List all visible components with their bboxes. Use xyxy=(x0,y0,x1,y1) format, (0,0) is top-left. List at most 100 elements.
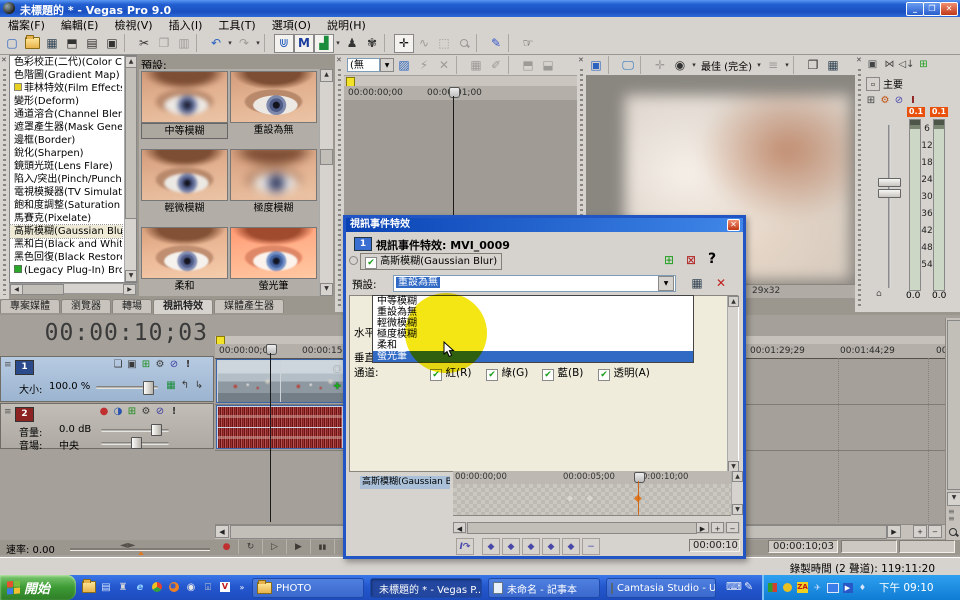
tab-project-media[interactable]: 專案媒體 xyxy=(0,299,60,313)
plugin-item[interactable]: 銳化(Sharpen) xyxy=(10,147,122,160)
ql-app-icon[interactable]: ♜ xyxy=(116,580,130,594)
downmix-icon[interactable]: ⋈ xyxy=(881,57,898,72)
next-keyframe-button[interactable]: ◆ xyxy=(542,538,560,555)
dialog-titlebar[interactable]: 視訊事件特效 xyxy=(346,218,743,232)
taskbar-camtasia[interactable]: Camtasia Studio - Unti... xyxy=(606,578,716,598)
cut-icon[interactable]: ✂ xyxy=(134,34,154,53)
param-scrollbar[interactable]: ▲ ▼ xyxy=(727,296,738,472)
event-pan-crop-icon[interactable]: ▢ xyxy=(333,364,341,373)
plugin-item[interactable]: 通道溶合(Channel Blend xyxy=(10,108,122,121)
preset-combobox[interactable]: 重設為無 xyxy=(393,275,676,292)
redo-dropdown-icon[interactable]: ▾ xyxy=(254,39,262,47)
new-project-icon[interactable]: ▢ xyxy=(2,34,22,53)
whats-this-help-icon[interactable]: ☞ xyxy=(518,34,538,53)
keyframe-track[interactable]: ◆ ◆ ◆ xyxy=(453,484,731,516)
channel-blue[interactable]: ✔ 藍(B) xyxy=(542,365,583,381)
master-fader-track[interactable] xyxy=(888,125,891,288)
kf-playhead[interactable] xyxy=(638,481,639,515)
scroll-up-icon[interactable]: ▲ xyxy=(320,69,333,82)
taskbar-notepad[interactable]: 未命名 - 記事本 xyxy=(488,578,600,598)
track2-header[interactable]: ≡ 2 ● ◑ ⊞ ⚙ ⊘ ! 音量: 0.0 dB 音場: 中央 xyxy=(0,403,214,449)
split-screen-icon[interactable]: ◉ xyxy=(670,56,690,75)
trimmer-add-media2-icon[interactable]: ⬓ xyxy=(538,56,558,75)
rate-slider[interactable] xyxy=(70,548,210,550)
ql-vegas-icon[interactable]: V xyxy=(218,580,232,594)
plugin-item[interactable]: 鏡頭光斑(Lens Flare) xyxy=(10,160,122,173)
snap-icon[interactable]: ⋓ xyxy=(274,34,294,53)
track2-pan-slider-handle[interactable] xyxy=(131,437,142,449)
plugin-item[interactable]: 飽和度調整(Saturation A xyxy=(10,199,122,212)
copy-icon[interactable]: ❐ xyxy=(154,34,174,53)
trimmer-edit-icon[interactable]: ✐ xyxy=(486,56,506,75)
open-icon[interactable] xyxy=(22,34,42,53)
prev-keyframe-button[interactable]: ◆ xyxy=(502,538,520,555)
event-detect-icon[interactable]: ✾ xyxy=(362,34,382,53)
scrollbar-thumb[interactable] xyxy=(467,522,697,534)
ql-folder-icon[interactable] xyxy=(82,580,96,594)
grid-dropdown-icon[interactable]: ▾ xyxy=(783,61,791,69)
tray-status-icon[interactable] xyxy=(781,581,794,594)
normal-edit-tool-icon[interactable]: ✛ xyxy=(394,34,414,53)
remove-plugin-icon[interactable]: ⊠ xyxy=(686,253,696,267)
kf-vscrollbar[interactable]: ▲ ▼ xyxy=(731,471,742,515)
ql-media-player-icon[interactable]: ◉ xyxy=(184,580,198,594)
track2-volume-slider-handle[interactable] xyxy=(151,424,162,436)
menu-help[interactable]: 說明(H) xyxy=(319,17,374,33)
scroll-down-icon[interactable]: ▼ xyxy=(947,492,960,506)
tray-update-icon[interactable]: ✈ xyxy=(811,581,824,594)
copy-snapshot-icon[interactable]: ❐ xyxy=(803,56,823,75)
scrollbar-thumb[interactable] xyxy=(125,67,137,219)
preset-combo-arrow-icon[interactable]: ▼ xyxy=(658,276,674,291)
master-fader-handle[interactable] xyxy=(878,178,901,198)
menu-options[interactable]: 選項(O) xyxy=(264,17,319,33)
ql-overflow-icon[interactable]: » xyxy=(235,580,249,594)
menu-insert[interactable]: 插入(I) xyxy=(161,17,211,33)
save-snapshot-icon[interactable]: ▦ xyxy=(823,56,843,75)
tray-display-icon[interactable] xyxy=(826,581,839,594)
save-preset-icon[interactable]: ▦ xyxy=(688,275,706,291)
preset-extreme-blur[interactable]: 極度模糊 xyxy=(230,149,317,217)
kf-playhead-handle[interactable] xyxy=(634,472,645,483)
paste-icon[interactable]: ▥ xyxy=(174,34,194,53)
undo-dropdown-icon[interactable]: ▾ xyxy=(226,39,234,47)
taskbar-vegas[interactable]: 未標題的 * - Vegas P... xyxy=(370,578,482,598)
timeline-vscrollbar[interactable]: ▼ ≡≡ xyxy=(945,318,960,540)
kf-hscrollbar[interactable]: ◀ ▶ + − xyxy=(453,522,740,534)
plugin-item-selected[interactable]: 高斯模糊(Gaussian Blur) xyxy=(10,225,122,238)
menu-edit[interactable]: 編輯(E) xyxy=(53,17,107,33)
render-as-icon[interactable]: ⬒ xyxy=(62,34,82,53)
plugin-item[interactable]: 變形(Deform) xyxy=(10,95,122,108)
preview-quality-combo[interactable]: 最佳 (完全) xyxy=(698,58,755,73)
tab-transitions[interactable]: 轉場 xyxy=(112,299,152,313)
envelope-lock-icon[interactable]: ▟ xyxy=(314,34,334,53)
scroll-right-icon[interactable]: ▶ xyxy=(696,522,709,533)
ql-firefox-icon[interactable] xyxy=(167,580,181,594)
plugin-item[interactable]: 陷入/突出(Pinch/Punch) xyxy=(10,173,122,186)
scroll-left-icon[interactable]: ◀ xyxy=(215,525,229,538)
tray-zonealarm-icon[interactable]: ZA xyxy=(796,581,809,594)
zoom-in-icon[interactable]: + xyxy=(711,522,724,533)
external-monitor-icon[interactable]: 🖵 xyxy=(618,56,638,75)
tray-volume-icon[interactable]: ♦ xyxy=(856,581,869,594)
solo-icon[interactable]: ! xyxy=(181,359,195,370)
track1-number[interactable]: 1 xyxy=(15,360,34,375)
clip-indicator-left[interactable]: 0.1 xyxy=(907,107,925,117)
preset-soft[interactable]: 柔和 xyxy=(141,227,228,295)
multicam-icon[interactable]: ▦ xyxy=(164,380,178,391)
language-keyboard-icon[interactable]: ⌨ xyxy=(726,580,742,593)
clip-indicator-right[interactable]: 0.1 xyxy=(930,107,948,117)
mixer-properties-icon[interactable]: ▣ xyxy=(864,57,881,72)
compositing-mode-icon[interactable]: ❏ xyxy=(111,359,125,370)
add-bus-icon[interactable]: ⊞ xyxy=(915,57,932,72)
envelope-dropdown-icon[interactable]: ▾ xyxy=(334,39,342,47)
preset-scrollbar[interactable]: ▲ ▼ xyxy=(319,69,333,296)
add-plugin-icon[interactable]: ⊞ xyxy=(664,253,674,267)
track1-size-slider-handle[interactable] xyxy=(143,381,154,395)
keyframe-icon[interactable]: ◆ xyxy=(586,493,594,504)
plugin-item[interactable]: 邊框(Border) xyxy=(10,134,122,147)
scroll-right-icon[interactable]: ▶ xyxy=(123,284,136,295)
scroll-down-icon[interactable]: ▼ xyxy=(125,270,137,282)
trimmer-add-media-icon[interactable]: ⬒ xyxy=(518,56,538,75)
auto-ripple-icon[interactable]: M xyxy=(294,34,314,53)
menu-view[interactable]: 檢視(V) xyxy=(106,17,160,33)
